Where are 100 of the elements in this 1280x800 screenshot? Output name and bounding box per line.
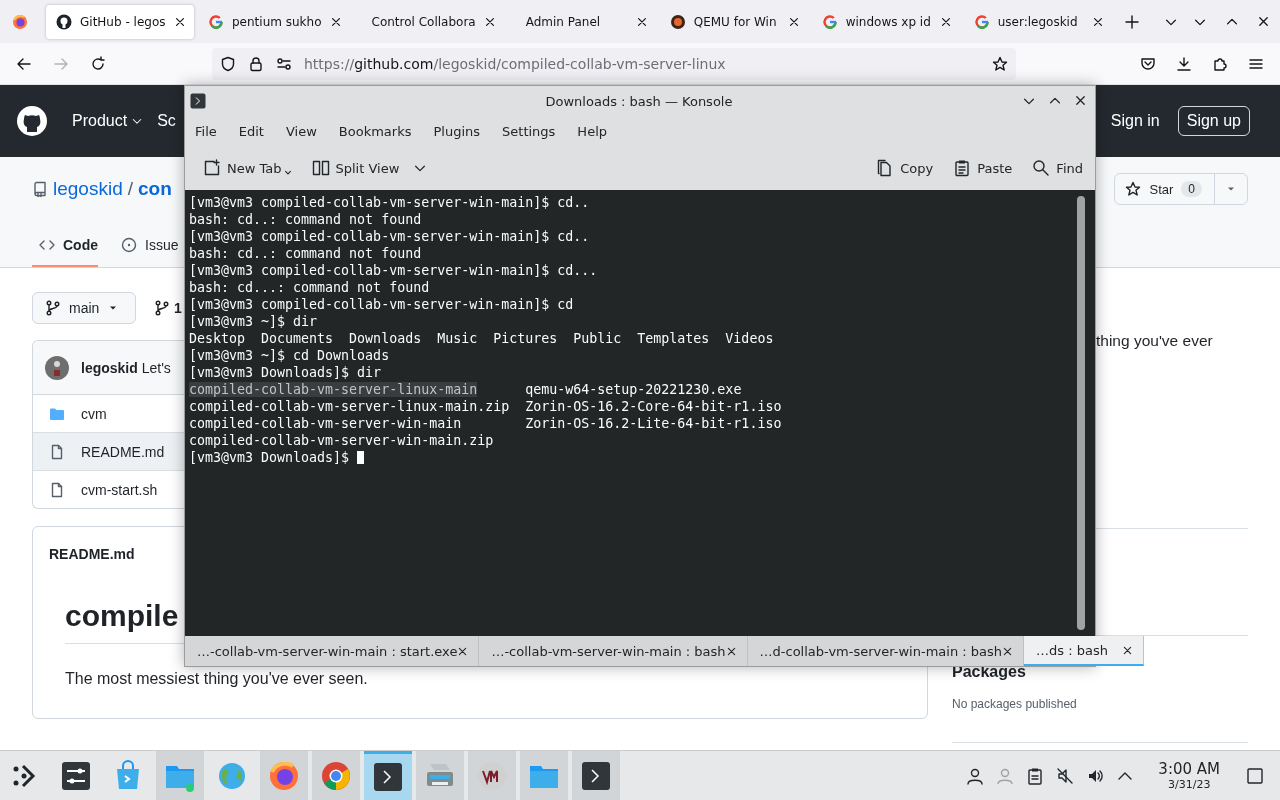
repo-tab[interactable]: Code: [32, 237, 98, 267]
lock-icon: [248, 55, 264, 72]
clock[interactable]: 3:00 AM 3/31/23: [1158, 760, 1220, 791]
bookmark-star-icon[interactable]: [992, 55, 1008, 72]
close-icon[interactable]: [483, 15, 496, 28]
terminal-line: [vm3@vm3 compiled-collab-vm-server-win-main]$ cd..: [189, 228, 591, 245]
browser-tab[interactable]: windows xp id: [811, 4, 960, 39]
branch-icon: [154, 300, 170, 316]
window-title: Downloads : bash — Konsole: [544, 93, 734, 109]
branch-icon: [45, 300, 61, 316]
terminal-tab[interactable]: …-collab-vm-server-win-main : start.exe: [185, 636, 480, 666]
readme-title: README.md: [48, 545, 136, 564]
clipboard-icon: [953, 159, 972, 177]
close-icon[interactable]: [939, 15, 952, 28]
branches-link[interactable]: 1: [154, 300, 182, 316]
puzzle-icon[interactable]: [1212, 55, 1228, 72]
nav-link[interactable]: Sc: [157, 112, 176, 130]
taskbar-button[interactable]: [364, 751, 412, 800]
menu-item[interactable]: File: [195, 123, 217, 139]
terminal-line: [vm3@vm3 compiled-collab-vm-server-win-main]$ cd...: [189, 262, 599, 279]
menu-item[interactable]: Edit: [238, 123, 264, 139]
issue-icon: [121, 237, 137, 253]
selected-text: compiled-collab-vm-server-linux-main: [189, 382, 478, 397]
sign-up-button[interactable]: Sign up: [1177, 106, 1250, 136]
close-icon[interactable]: [329, 15, 342, 28]
show-desktop-icon[interactable]: [1246, 766, 1264, 785]
permissions-icon: [276, 55, 292, 72]
close-icon[interactable]: [635, 15, 648, 28]
terminal-text: qemu-w64-setup-20221230.exe: [524, 382, 742, 397]
copy-button[interactable]: Copy: [874, 155, 936, 181]
commit-message: legoskid Let's: [81, 359, 171, 376]
repo-icon: [32, 181, 48, 197]
browser-tab[interactable]: pentium sukho: [198, 4, 350, 39]
close-icon[interactable]: [1002, 645, 1013, 657]
new-tab-button[interactable]: New Tab: [201, 155, 294, 181]
nav-link[interactable]: Product: [72, 112, 144, 130]
menu-item[interactable]: Bookmarks: [338, 123, 412, 139]
browser-tab[interactable]: Admin Panel: [507, 4, 656, 39]
search-engine-icon: [973, 13, 990, 30]
star-icon: [1125, 181, 1142, 197]
search-engine-icon: [821, 13, 838, 30]
taskbar-button[interactable]: [572, 751, 620, 800]
split-button[interactable]: Split View: [309, 155, 430, 181]
menu-item[interactable]: Plugins: [433, 123, 481, 139]
download-icon[interactable]: [1176, 55, 1192, 72]
close-icon[interactable]: [1257, 15, 1270, 28]
file-icon: [49, 443, 65, 460]
address-bar[interactable]: https://github.com/legoskid/compiled-collab-vm-server-linux: [212, 47, 1016, 80]
repo-tab[interactable]: Issue: [114, 237, 179, 267]
close-icon[interactable]: [1074, 94, 1087, 107]
browser-tab[interactable]: GitHub - legos: [46, 4, 194, 39]
taskbar-button[interactable]: [468, 751, 516, 800]
browser-tab[interactable]: user:legoskid: [963, 4, 1112, 39]
star-count: 0: [1181, 181, 1202, 197]
reload-icon[interactable]: [90, 55, 106, 72]
close-icon[interactable]: [787, 15, 800, 28]
sign-in-link[interactable]: Sign in: [1110, 112, 1160, 130]
pocket-icon[interactable]: [1140, 55, 1156, 72]
new-tab-icon[interactable]: [1123, 13, 1140, 30]
site-icon: [56, 13, 72, 30]
scrollbar[interactable]: [1077, 196, 1085, 630]
branch-button[interactable]: main: [32, 292, 136, 324]
menu-item[interactable]: Settings: [502, 123, 556, 139]
browser-tab[interactable]: QEMU for Win: [659, 4, 808, 39]
terminal-icon: [190, 93, 206, 109]
close-icon[interactable]: [1091, 15, 1104, 28]
close-icon[interactable]: [725, 645, 737, 657]
terminal-line: [vm3@vm3 Downloads]$ dir: [189, 364, 383, 381]
owner-link[interactable]: legoskid: [53, 178, 123, 200]
readme-text: The most messiest thing you've ever seen.: [65, 670, 369, 688]
terminal-line: bash: cd..: command not found: [189, 245, 423, 262]
shield-icon: [220, 55, 236, 72]
terminal-tab[interactable]: …ds : bash: [1024, 636, 1144, 666]
terminal-line: compiled-collab-vm-server-win-main.zip: [189, 432, 495, 449]
close-icon[interactable]: [174, 15, 186, 28]
menu-item[interactable]: View: [285, 123, 317, 139]
app-icon: [476, 759, 508, 792]
file-row[interactable]: cvm: [33, 395, 184, 432]
browser-tab[interactable]: Control Collabora: [353, 4, 504, 39]
muted-speaker-icon[interactable]: [1056, 766, 1075, 785]
terminal-tab[interactable]: …-collab-vm-server-win-main : bash: [479, 636, 748, 666]
url-text: https://github.com/legoskid/compiled-collab-vm-server-linux: [304, 55, 726, 72]
logo[interactable]: [16, 105, 48, 137]
browser-logo-icon[interactable]: [12, 13, 28, 30]
about-text: thing you've ever: [1096, 332, 1214, 350]
clipboard-icon[interactable]: [1026, 766, 1045, 785]
user-icon[interactable]: [966, 766, 985, 785]
repo-link[interactable]: con: [138, 178, 172, 200]
terminal-line: [vm3@vm3 ~]$ cd Downloads: [189, 347, 391, 364]
find-button[interactable]: Find: [1030, 155, 1085, 181]
terminal-line: [vm3@vm3 Downloads]$: [189, 450, 351, 465]
file-row[interactable]: README.md: [33, 432, 184, 470]
path-separator: /: [127, 178, 133, 200]
split-view-icon: [311, 159, 330, 177]
paste-button[interactable]: Paste: [951, 155, 1015, 181]
close-icon[interactable]: [457, 645, 469, 657]
close-icon[interactable]: [1121, 644, 1133, 656]
search-icon: [1032, 159, 1051, 177]
empty-note: No packages published: [952, 697, 1078, 711]
menu-item[interactable]: Help: [577, 123, 607, 139]
